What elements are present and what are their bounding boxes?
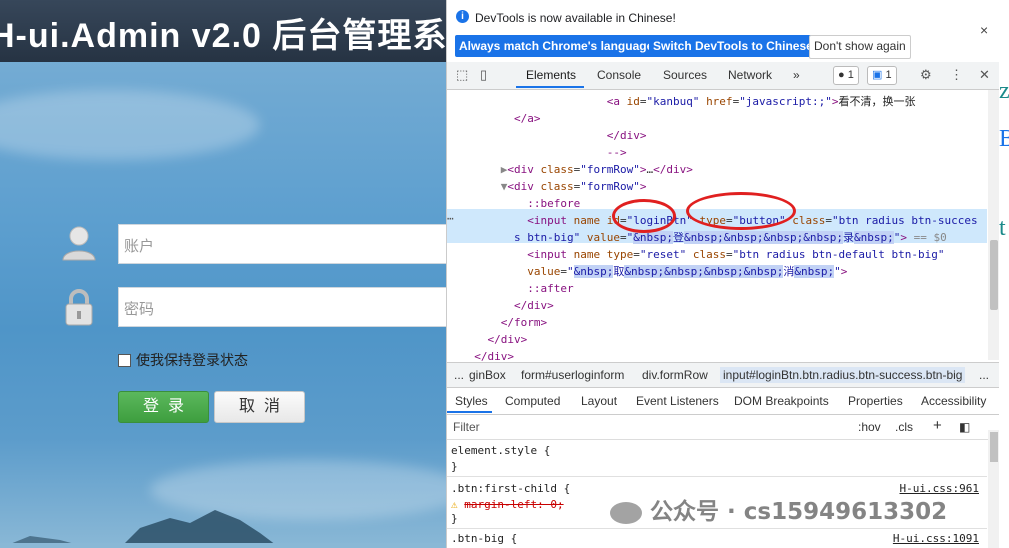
devtools-tabbar: ⬚ ▯ Elements Console Sources Network » ●… (447, 62, 1000, 90)
inspect-icon[interactable]: ⬚ (456, 67, 468, 83)
lock-icon (64, 289, 94, 331)
message-count: 1 (885, 69, 892, 81)
dom-line[interactable]: ::after (461, 280, 573, 297)
error-badge[interactable]: ● 1 (833, 66, 859, 85)
dont-show-again-button[interactable]: Don't show again (809, 35, 911, 59)
dom-line[interactable]: s btn-big" value="&nbsp;登&nbsp;&nbsp;&nb… (461, 229, 947, 246)
cancel-button[interactable]: 取 消 (214, 391, 305, 423)
tab-styles[interactable]: Styles (455, 394, 488, 408)
warning-icon: ⚠ (451, 498, 458, 511)
breadcrumb: ... ginBox form#userloginform div.formRo… (447, 362, 1000, 388)
dom-line[interactable]: </div> (461, 331, 528, 348)
dom-line[interactable]: </form> (461, 314, 547, 331)
annotation-circle-type (686, 192, 796, 230)
settings-gear-icon[interactable]: ⚙ (920, 67, 932, 83)
toggle-sidebar-icon[interactable]: ◧ (959, 420, 970, 434)
remember-label: 使我保持登录状态 (136, 352, 248, 368)
dom-line[interactable]: ::before (461, 195, 580, 212)
info-icon: i (456, 10, 469, 23)
rule-element-style[interactable]: element.style { (451, 444, 550, 457)
password-input[interactable]: 密码 (118, 287, 446, 327)
close-devtools-icon[interactable]: ✕ (979, 67, 990, 83)
watermark-text: 公众号 · cs15949613302 (650, 499, 948, 525)
watermark: 公众号 · cs15949613302 (610, 492, 947, 526)
tab-sources[interactable]: Sources (663, 68, 707, 82)
login-page: H-ui.Admin v2.0 后台管理系统 账户 密码 使我保持登录状态 登 … (0, 0, 446, 548)
styles-subtabs: Styles Computed Layout Event Listeners D… (447, 388, 1000, 415)
username-placeholder: 账户 (124, 238, 155, 255)
tab-event-listeners[interactable]: Event Listeners (636, 394, 719, 408)
remember-me[interactable]: 使我保持登录状态 (118, 350, 248, 370)
tab-layout[interactable]: Layout (581, 394, 617, 408)
language-infobar: i DevTools is now available in Chinese! … (447, 0, 1000, 63)
dom-line[interactable]: <a id="kanbuq" href="javascript:;">看不清，换… (461, 93, 916, 110)
dom-line[interactable]: --> (461, 144, 627, 161)
username-input[interactable]: 账户 (118, 224, 446, 264)
close-icon[interactable]: × (980, 22, 988, 38)
tab-network[interactable]: Network (728, 68, 772, 82)
styles-filter-bar: Filter :hov .cls + ◧ (447, 415, 1000, 440)
dom-line[interactable]: ▶<div class="formRow">…</div> (461, 161, 693, 178)
tab-dom-breakpoints[interactable]: DOM Breakpoints (734, 394, 829, 408)
device-toolbar-icon[interactable]: ▯ (480, 67, 487, 83)
overridden-property[interactable]: margin-left: 0; (464, 498, 563, 511)
rule-btn-big[interactable]: .btn-big { (451, 532, 517, 545)
match-language-button[interactable]: Always match Chrome's language (455, 35, 658, 57)
switch-chinese-button[interactable]: Switch DevTools to Chinese (649, 35, 817, 57)
user-icon (60, 224, 98, 266)
dom-line[interactable]: </div> (461, 127, 647, 144)
more-tabs-icon[interactable]: » (793, 68, 800, 82)
dom-line[interactable]: </div> (461, 297, 554, 314)
tab-computed[interactable]: Computed (505, 394, 560, 408)
crumb-form[interactable]: form#userloginform (521, 368, 624, 382)
cls-toggle[interactable]: .cls (895, 420, 913, 434)
crumb-loginbox[interactable]: ginBox (469, 368, 506, 382)
rule-btn-first-child[interactable]: .btn:first-child { (451, 482, 570, 495)
error-count: 1 (847, 69, 854, 81)
hov-toggle[interactable]: :hov (858, 420, 881, 434)
tab-accessibility[interactable]: Accessibility (921, 394, 986, 408)
active-subtab-indicator (447, 411, 492, 413)
active-tab-indicator (516, 86, 584, 88)
annotation-circle-id (612, 199, 676, 233)
devtools-panel: i DevTools is now available in Chinese! … (446, 0, 1000, 548)
new-rule-icon[interactable]: + (933, 417, 942, 434)
filter-input[interactable]: Filter (453, 420, 480, 434)
more-options-icon[interactable]: ⋮ (950, 67, 963, 83)
dom-line[interactable]: </a> (461, 110, 541, 127)
crumb-ellipsis-right[interactable]: ... (979, 368, 989, 382)
dom-line[interactable]: ▼<div class="formRow"> (461, 178, 647, 195)
crumb-formrow[interactable]: div.formRow (642, 368, 708, 382)
crumb-ellipsis-left[interactable]: ... (454, 368, 464, 382)
login-button[interactable]: 登 录 (118, 391, 209, 423)
password-placeholder: 密码 (124, 301, 155, 318)
tab-properties[interactable]: Properties (848, 394, 903, 408)
islands-decoration (0, 510, 446, 548)
background-page-edge: z B t (999, 0, 1009, 548)
message-badge[interactable]: ▣ 1 (867, 66, 897, 85)
dom-line[interactable]: value="&nbsp;取&nbsp;&nbsp;&nbsp;&nbsp;消&… (461, 263, 847, 280)
wechat-logo-icon (610, 501, 642, 524)
tab-console[interactable]: Console (597, 68, 641, 82)
node-menu-icon[interactable]: ⋯ (447, 210, 454, 227)
dom-line[interactable]: <input name type="reset" class="btn radi… (461, 246, 944, 263)
infobar-message: DevTools is now available in Chinese! (475, 11, 676, 25)
remember-checkbox[interactable] (118, 353, 131, 367)
app-header: H-ui.Admin v2.0 后台管理系统 (0, 0, 446, 62)
app-title: H-ui.Admin v2.0 后台管理系统 (0, 17, 446, 55)
tab-elements[interactable]: Elements (526, 68, 576, 82)
rule-btn-first-child-close: } (451, 512, 458, 525)
crumb-input-selected[interactable]: input#loginBtn.btn.radius.btn-success.bt… (720, 367, 966, 383)
rule-btn-big-source-link[interactable]: H-ui.css:1091 (893, 532, 979, 545)
rule-element-style-close: } (451, 460, 458, 473)
